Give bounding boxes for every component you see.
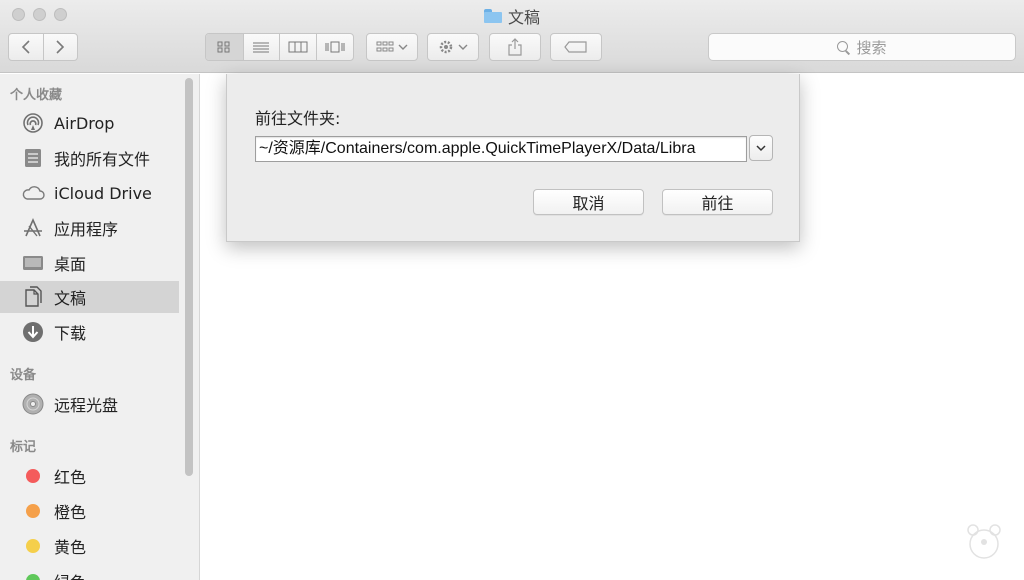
chevron-left-icon	[21, 40, 30, 54]
back-button[interactable]	[9, 34, 44, 60]
chevron-down-icon	[458, 44, 468, 50]
cover-flow-view-button[interactable]	[317, 34, 354, 60]
gear-icon	[439, 40, 453, 54]
sidebar: 个人收藏 AirDrop 我的所有文件 iCloud Drive 应用程序 桌面…	[0, 74, 200, 580]
search-placeholder: 搜索	[856, 38, 887, 57]
sidebar-item-applications[interactable]: 应用程序	[0, 212, 179, 244]
window-title-bar: 文稿	[0, 4, 1024, 28]
desktop-icon	[20, 252, 46, 274]
search-icon	[837, 40, 850, 54]
watermark-logo-icon	[967, 524, 1001, 559]
all-files-icon	[20, 147, 46, 169]
columns-icon	[288, 41, 308, 53]
download-icon	[20, 321, 46, 343]
chevron-right-icon	[56, 40, 65, 54]
list-view-button[interactable]	[244, 34, 280, 60]
arrange-grid-icon	[376, 41, 394, 52]
airdrop-icon	[20, 112, 46, 134]
action-button[interactable]	[427, 33, 479, 61]
sidebar-item-label: 我的所有文件	[54, 150, 151, 169]
sidebar-scrollbar[interactable]	[185, 78, 193, 476]
sidebar-item-label: 桌面	[54, 255, 87, 274]
cover-flow-icon	[325, 41, 345, 53]
search-field[interactable]: 搜索	[708, 33, 1016, 61]
go-button[interactable]: 前往	[662, 189, 773, 215]
share-button[interactable]	[489, 33, 541, 61]
view-mode-selector	[205, 33, 354, 61]
sidebar-item-label: 下载	[54, 324, 87, 343]
cloud-icon	[20, 182, 46, 204]
window-title: 文稿	[507, 8, 540, 27]
sidebar-header-tags: 标记	[10, 440, 37, 455]
folder-icon	[483, 9, 502, 23]
disc-icon	[20, 393, 46, 415]
sidebar-tag-orange[interactable]: 橙色	[0, 495, 179, 527]
share-icon	[508, 38, 522, 56]
sidebar-item-label: 远程光盘	[54, 396, 119, 415]
sidebar-item-all-files[interactable]: 我的所有文件	[0, 142, 179, 174]
column-view-button[interactable]	[280, 34, 317, 60]
list-icon	[253, 42, 270, 53]
window-toolbar: 文稿 搜索	[0, 0, 1024, 73]
sidebar-item-label: 文稿	[54, 289, 87, 308]
sidebar-tag-green[interactable]: 绿色	[0, 565, 179, 580]
sidebar-item-label: 绿色	[54, 569, 86, 580]
navigation-buttons	[8, 33, 78, 61]
icon-view-button[interactable]	[206, 34, 244, 60]
folder-path-input[interactable]: ~/资源库/Containers/com.apple.QuickTimePlay…	[255, 136, 747, 162]
sidebar-item-downloads[interactable]: 下载	[0, 316, 179, 348]
orange-tag-dot-icon	[26, 504, 40, 518]
chevron-down-icon	[756, 145, 766, 152]
recent-folders-dropdown[interactable]	[749, 135, 773, 161]
sidebar-header-favorites: 个人收藏	[10, 88, 63, 103]
sidebar-item-label: 黄色	[54, 538, 87, 557]
green-tag-dot-icon	[26, 574, 40, 580]
icon-grid-icon	[217, 41, 230, 53]
tag-button[interactable]	[550, 33, 602, 61]
arrange-button[interactable]	[366, 33, 418, 61]
forward-button[interactable]	[44, 34, 78, 60]
yellow-tag-dot-icon	[26, 539, 40, 553]
sidebar-item-label: iCloud Drive	[54, 183, 152, 203]
sidebar-item-label: 应用程序	[54, 220, 119, 239]
sidebar-item-icloud-drive[interactable]: iCloud Drive	[0, 177, 179, 209]
sidebar-tag-red[interactable]: 红色	[0, 460, 179, 492]
cancel-button[interactable]: 取消	[533, 189, 644, 215]
applications-icon	[20, 217, 46, 239]
tag-icon	[564, 41, 587, 53]
documents-icon	[20, 286, 46, 308]
sidebar-tag-yellow[interactable]: 黄色	[0, 530, 179, 562]
dialog-title: 前往文件夹:	[255, 109, 341, 128]
sidebar-item-remote-disc[interactable]: 远程光盘	[0, 388, 179, 420]
sidebar-item-airdrop[interactable]: AirDrop	[0, 107, 179, 139]
chevron-down-icon	[398, 44, 408, 50]
sidebar-item-desktop[interactable]: 桌面	[0, 247, 179, 279]
red-tag-dot-icon	[26, 469, 40, 483]
sidebar-item-documents[interactable]: 文稿	[0, 281, 179, 313]
sidebar-header-devices: 设备	[10, 368, 37, 383]
go-to-folder-dialog: 前往文件夹: ~/资源库/Containers/com.apple.QuickT…	[226, 74, 800, 242]
sidebar-item-label: 橙色	[54, 503, 87, 522]
sidebar-item-label: 红色	[54, 468, 87, 487]
sidebar-item-label: AirDrop	[54, 113, 115, 133]
